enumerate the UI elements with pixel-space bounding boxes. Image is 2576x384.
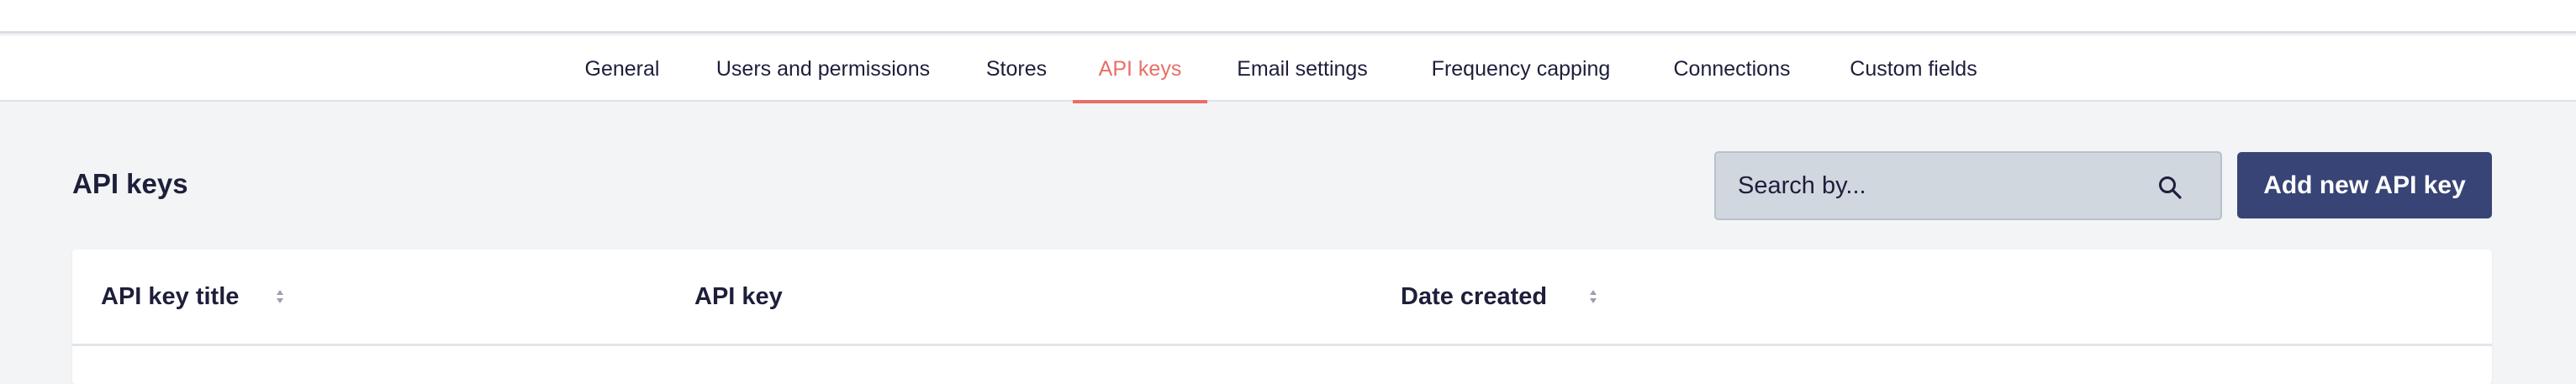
column-header-api-key-title[interactable]: API key title (101, 283, 239, 311)
search-icon[interactable] (2157, 175, 2183, 200)
search-box (1714, 151, 2222, 220)
tab-email-settings[interactable]: Email settings (1222, 36, 1382, 102)
tab-frequency-capping[interactable]: Frequency capping (1412, 36, 1629, 102)
top-header-strip (0, 0, 2576, 34)
sort-icon[interactable] (274, 287, 286, 307)
add-new-api-key-button[interactable]: Add new API key (2237, 152, 2492, 218)
api-keys-table: API key title API key Date created (72, 250, 2492, 384)
table-header-row: API key title API key Date created (72, 250, 2492, 346)
sort-icon[interactable] (1587, 287, 1599, 307)
tab-api-keys[interactable]: API keys (1073, 36, 1207, 103)
tab-stores[interactable]: Stores (974, 36, 1059, 102)
page-title: API keys (72, 168, 188, 199)
search-input[interactable] (1716, 171, 2136, 200)
tab-general[interactable]: General (570, 36, 674, 102)
tab-connections[interactable]: Connections (1661, 36, 1803, 102)
tab-users-and-permissions[interactable]: Users and permissions (701, 36, 945, 102)
tab-custom-fields[interactable]: Custom fields (1838, 36, 1989, 102)
settings-tab-bar: General Users and permissions Stores API… (0, 36, 2576, 103)
column-header-api-key: API key (694, 283, 783, 310)
column-header-date-created[interactable]: Date created (1401, 283, 1547, 311)
